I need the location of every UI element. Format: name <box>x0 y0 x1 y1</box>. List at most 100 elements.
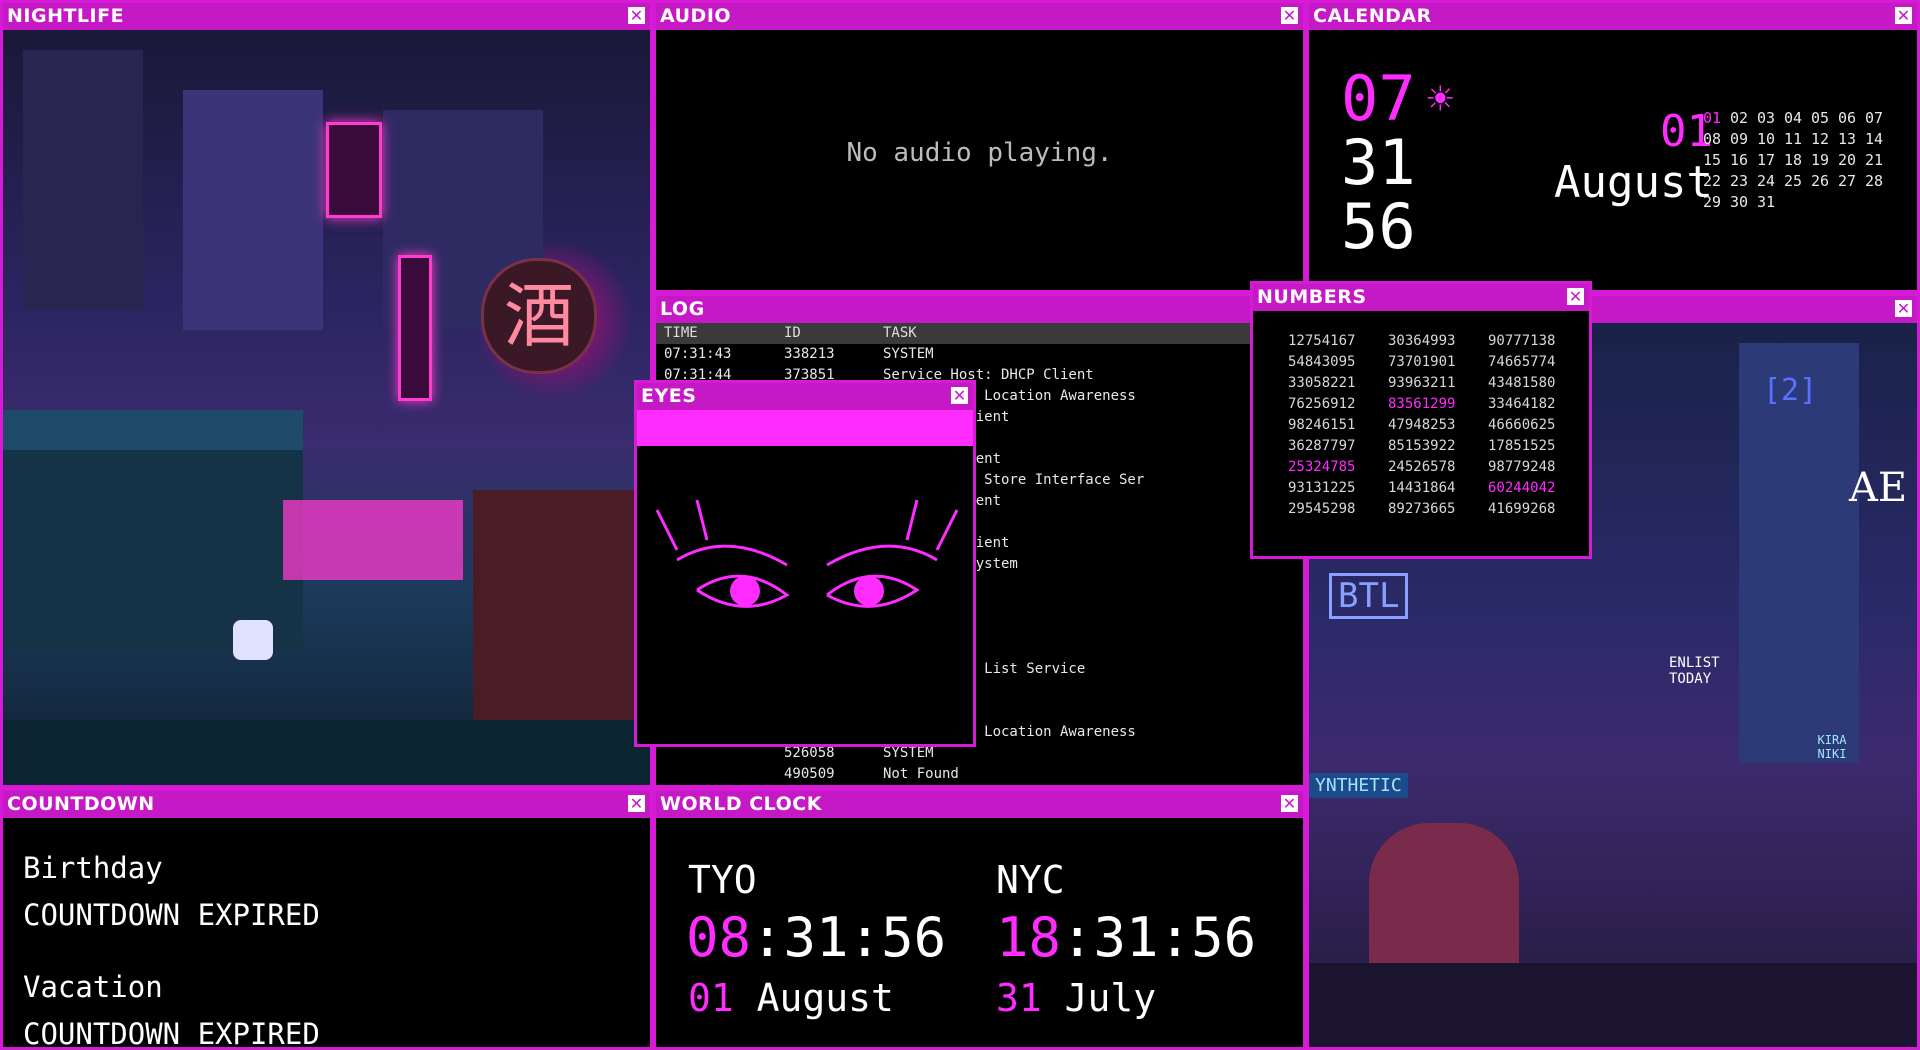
countdown-titlebar[interactable]: COUNTDOWN <box>3 791 650 818</box>
nightlife-titlebar[interactable]: NIGHTLIFE <box>3 3 650 30</box>
sign-synthetic: YNTHETIC <box>1309 773 1408 798</box>
sign-enlist: ENLIST TODAY <box>1669 655 1720 687</box>
eyes-illustration <box>655 499 959 608</box>
close-icon[interactable]: ✕ <box>1895 300 1912 317</box>
number-value: 54843095 <box>1288 354 1356 370</box>
window-title: EYES <box>641 385 697 407</box>
number-value: 83561299 <box>1388 396 1456 412</box>
number-value: 14431864 <box>1388 480 1456 496</box>
clock-minute: 31 <box>1341 126 1416 199</box>
number-value: 33464182 <box>1488 396 1556 412</box>
countdown-status: COUNTDOWN EXPIRED <box>23 898 320 932</box>
number-value: 25324785 <box>1288 459 1356 475</box>
calendar-titlebar[interactable]: CALENDAR <box>1309 3 1917 30</box>
number-value: 89273665 <box>1388 501 1456 517</box>
calendar-date[interactable]: 16 <box>1730 150 1757 171</box>
calendar-date[interactable]: 27 <box>1838 171 1865 192</box>
log-header-task: TASK <box>883 325 917 341</box>
calendar-date[interactable]: 15 <box>1703 150 1730 171</box>
log-header-time: TIME <box>664 325 698 341</box>
log-task: SYSTEM <box>883 745 934 761</box>
log-row: 490509 Not Found <box>664 764 1303 785</box>
numbers-row: 33058221 93963211 43481580 <box>1288 373 1588 394</box>
calendar-date[interactable]: 25 <box>1784 171 1811 192</box>
calendar-date[interactable]: 17 <box>1757 150 1784 171</box>
clock-rest: :31:56 <box>751 906 947 969</box>
close-icon[interactable]: ✕ <box>628 7 645 24</box>
audio-titlebar[interactable]: AUDIO <box>656 3 1303 30</box>
calendar-date[interactable]: 22 <box>1703 171 1730 192</box>
calendar-date[interactable]: 18 <box>1784 150 1811 171</box>
calendar-date[interactable]: 09 <box>1730 129 1757 150</box>
nightlife-scene: 酒 <box>3 30 650 785</box>
calendar-date[interactable]: 20 <box>1838 150 1865 171</box>
close-icon[interactable]: ✕ <box>1281 7 1298 24</box>
log-id: 338213 <box>784 346 835 362</box>
clock-time: 08:31:56 <box>686 906 946 969</box>
number-value: 24526578 <box>1388 459 1456 475</box>
clock-date: 31 July <box>996 976 1156 1020</box>
calendar-date[interactable]: 13 <box>1838 129 1865 150</box>
number-value: 29545298 <box>1288 501 1356 517</box>
calendar-date[interactable]: 21 <box>1865 150 1892 171</box>
calendar-date[interactable]: 31 <box>1757 192 1784 213</box>
audio-window: AUDIO ✕ No audio playing. <box>653 0 1306 293</box>
eyes-window: EYES ✕ <box>634 380 976 747</box>
calendar-date[interactable]: 03 <box>1757 108 1784 129</box>
numbers-row: 93131225 14431864 60244042 <box>1288 478 1588 499</box>
number-value: 85153922 <box>1388 438 1456 454</box>
clock-hour: 08 <box>686 906 752 969</box>
calendar-date[interactable]: 14 <box>1865 129 1892 150</box>
clock-date: 01 August <box>688 976 894 1020</box>
window-title: LOG <box>660 298 705 320</box>
calendar-date[interactable]: 11 <box>1784 129 1811 150</box>
calendar-date[interactable]: 19 <box>1811 150 1838 171</box>
calendar-date[interactable]: 30 <box>1730 192 1757 213</box>
calendar-date[interactable]: 07 <box>1865 108 1892 129</box>
countdown-label: Vacation <box>23 970 163 1004</box>
clock-month: August <box>756 976 894 1020</box>
clock-hour: 18 <box>996 906 1062 969</box>
log-titlebar[interactable]: LOG <box>656 296 1303 323</box>
calendar-date[interactable]: 26 <box>1811 171 1838 192</box>
numbers-titlebar[interactable]: NUMBERS <box>1253 284 1589 311</box>
nightlife-window: NIGHTLIFE ✕ 酒 <box>0 0 653 788</box>
calendar-date[interactable]: 24 <box>1757 171 1784 192</box>
log-time: 07:31:43 <box>664 346 732 362</box>
calendar-date[interactable]: 08 <box>1703 129 1730 150</box>
countdown-label: Birthday <box>23 851 163 885</box>
calendar-date[interactable]: 29 <box>1703 192 1730 213</box>
calendar-month: August <box>1554 157 1713 208</box>
calendar-date[interactable]: 02 <box>1730 108 1757 129</box>
calendar-date[interactable]: 05 <box>1811 108 1838 129</box>
window-title: COUNTDOWN <box>7 793 155 815</box>
calendar-date[interactable]: 01 <box>1703 108 1730 129</box>
calendar-date[interactable]: 10 <box>1757 129 1784 150</box>
sign-number: [2] <box>1763 373 1818 408</box>
calendar-date[interactable]: 06 <box>1838 108 1865 129</box>
calendar-date[interactable]: 23 <box>1730 171 1757 192</box>
close-icon[interactable]: ✕ <box>1281 795 1298 812</box>
close-icon[interactable]: ✕ <box>628 795 645 812</box>
calendar-date[interactable]: 12 <box>1811 129 1838 150</box>
close-icon[interactable]: ✕ <box>1895 7 1912 24</box>
clock-day: 01 <box>688 976 734 1020</box>
numbers-row: 25324785 24526578 98779248 <box>1288 457 1588 478</box>
clock-second: 56 <box>1341 190 1416 263</box>
window-title: CALENDAR <box>1313 5 1432 27</box>
clock-rest: :31:56 <box>1061 906 1257 969</box>
number-value: 76256912 <box>1288 396 1356 412</box>
calendar-grid: 01 02 03 04 05 06 07 08 09 10 11 12 13 14 15 16 17 18 19 20… <box>1703 108 1903 213</box>
close-icon[interactable]: ✕ <box>1567 288 1584 305</box>
numbers-window: NUMBERS ✕ 12754167 30364993 90777138 548430… <box>1250 281 1592 559</box>
worldclock-titlebar[interactable]: WORLD CLOCK <box>656 791 1303 818</box>
numbers-row: 98246151 47948253 46660625 <box>1288 415 1588 436</box>
numbers-row: 12754167 30364993 90777138 <box>1288 331 1588 352</box>
number-value: 93131225 <box>1288 480 1356 496</box>
log-row: 07:31:43 338213 SYSTEM <box>664 344 1303 365</box>
close-icon[interactable]: ✕ <box>951 387 968 404</box>
eyes-titlebar[interactable]: EYES <box>637 383 973 410</box>
window-title: AUDIO <box>660 5 732 27</box>
calendar-date[interactable]: 28 <box>1865 171 1892 192</box>
calendar-date[interactable]: 04 <box>1784 108 1811 129</box>
